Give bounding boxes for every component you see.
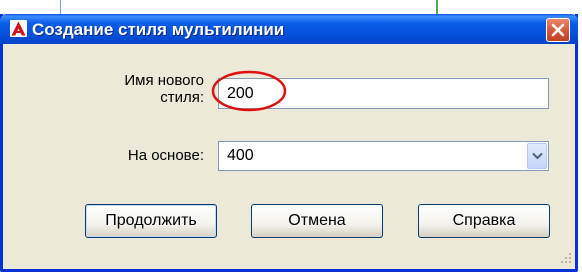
base-style-value: 400 (227, 147, 254, 164)
help-button[interactable]: Справка (418, 204, 550, 238)
background-divider (60, 0, 61, 14)
base-style-label: На основе: (127, 147, 204, 164)
style-name-input[interactable]: 200 (218, 78, 549, 109)
background-app-area (0, 0, 582, 14)
dropdown-button[interactable] (527, 143, 547, 169)
dialog-title: Создание стиля мультилинии (32, 20, 285, 39)
close-button[interactable] (546, 18, 570, 42)
style-name-label-line2: стиля: (160, 89, 204, 106)
resize-grip-icon[interactable] (560, 252, 572, 264)
chevron-down-icon (532, 152, 543, 160)
background-green-line (436, 0, 438, 14)
cancel-button[interactable]: Отмена (251, 204, 383, 238)
autocad-icon (10, 20, 27, 37)
base-style-select[interactable]: 400 (218, 141, 549, 171)
close-icon (551, 23, 565, 37)
style-name-label-line1: Имя нового (124, 72, 204, 89)
continue-button[interactable]: Продолжить (85, 204, 217, 238)
